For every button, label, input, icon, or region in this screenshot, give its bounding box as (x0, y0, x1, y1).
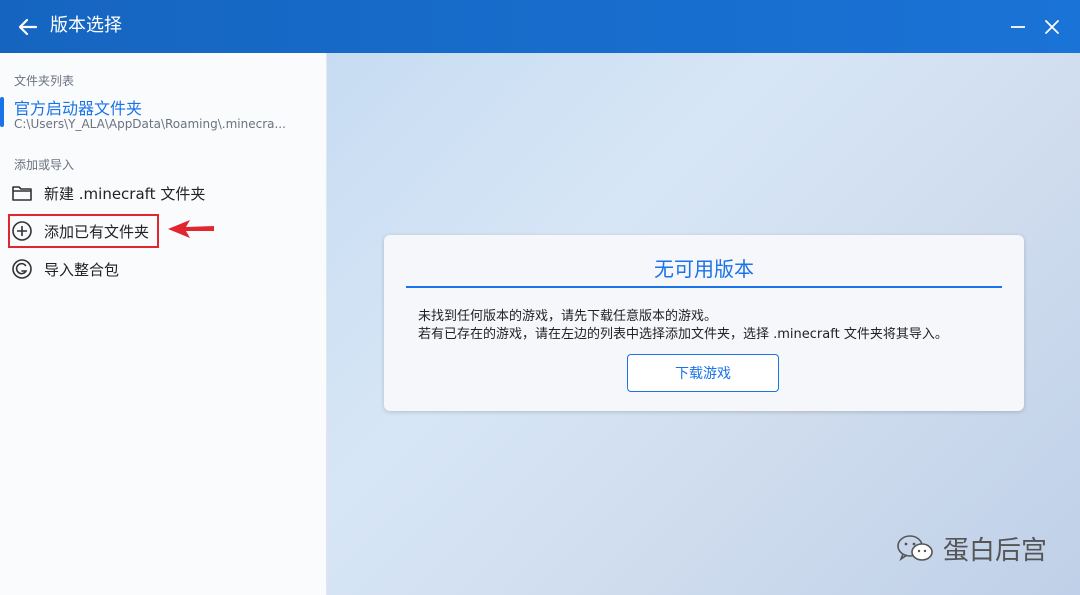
folder-item-title: 官方启动器文件夹 (14, 99, 143, 118)
folder-icon (10, 181, 34, 205)
import-modpack-button[interactable]: 导入整合包 (10, 255, 125, 283)
highlight-annotation-box (8, 214, 159, 248)
main-content: 无可用版本 未找到任何版本的游戏，请先下载任意版本的游戏。 若有已存在的游戏，请… (327, 53, 1080, 595)
sidebar: 文件夹列表 官方启动器文件夹 C:\Users\Y_ALA\AppData\Ro… (0, 53, 327, 595)
title-bar: 版本选择 (0, 0, 1080, 53)
card-message-line-1: 未找到任何版本的游戏，请先下载任意版本的游戏。 (418, 309, 718, 324)
download-game-button[interactable]: 下载游戏 (627, 354, 779, 392)
watermark: 蛋白后宫 (895, 530, 1047, 567)
menu-item-label: 新建 .minecraft 文件夹 (44, 184, 206, 203)
wechat-icon (897, 534, 933, 561)
close-icon (1045, 20, 1059, 34)
new-minecraft-folder-button[interactable]: 新建 .minecraft 文件夹 (10, 179, 211, 207)
add-import-label: 添加或导入 (14, 158, 75, 172)
folder-item-path: C:\Users\Y_ALA\AppData\Roaming\.minecra.… (14, 117, 286, 131)
menu-item-label: 导入整合包 (44, 260, 120, 279)
card-divider (406, 286, 1002, 288)
window-title: 版本选择 (50, 15, 122, 36)
minimize-button[interactable] (1004, 13, 1032, 41)
no-version-card: 无可用版本 未找到任何版本的游戏，请先下载任意版本的游戏。 若有已存在的游戏，请… (384, 235, 1024, 411)
folder-list-label: 文件夹列表 (14, 74, 75, 88)
card-title: 无可用版本 (654, 257, 754, 281)
modpack-icon (10, 257, 34, 281)
red-arrow-annotation (168, 220, 214, 238)
active-indicator (0, 97, 4, 127)
arrow-left-icon (18, 18, 38, 36)
watermark-text: 蛋白后宫 (943, 536, 1048, 566)
minimize-icon (1011, 26, 1025, 28)
close-button[interactable] (1038, 13, 1066, 41)
back-button[interactable] (14, 13, 42, 41)
card-message-line-2: 若有已存在的游戏，请在左边的列表中选择添加文件夹，选择 .minecraft 文… (418, 327, 948, 342)
